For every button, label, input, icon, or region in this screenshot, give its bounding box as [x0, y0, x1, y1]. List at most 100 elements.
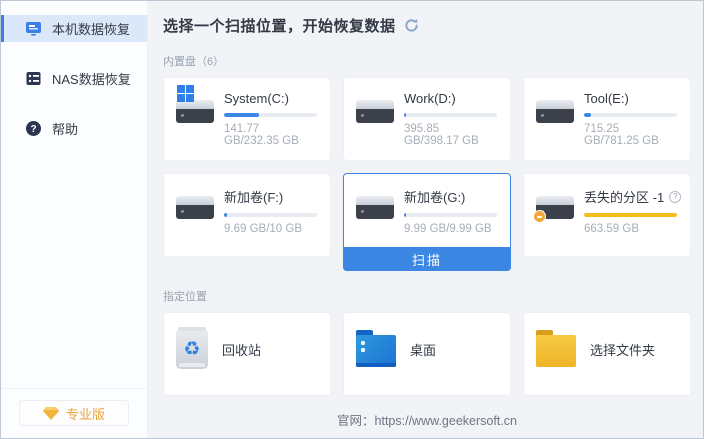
- capacity-bar-fill: [224, 213, 227, 217]
- hard-drive-icon: [536, 100, 574, 123]
- capacity-bar-fill: [584, 213, 677, 217]
- drive-name-row: 新加卷(F:): [224, 187, 317, 206]
- location-card[interactable]: 选择文件夹: [523, 312, 691, 396]
- drive-info: 新加卷(F:) 9.69 GB/10 GB: [224, 187, 317, 235]
- drive-name-row: 丢失的分区 -1?: [584, 187, 677, 206]
- desktop-folder-icon: [356, 335, 396, 367]
- location-card-inner: 选择文件夹: [524, 313, 690, 375]
- drive-name-row: Tool(E:): [584, 91, 677, 106]
- sidebar-item-label: 本机数据恢复: [52, 19, 130, 38]
- page-title: 选择一个扫描位置，开始恢复数据: [163, 15, 396, 36]
- hard-drive-icon: [536, 196, 574, 219]
- drive-card[interactable]: Work(D:) 395.85 GB/398.17 GB: [343, 77, 511, 161]
- drive-size: 395.85 GB/398.17 GB: [404, 123, 497, 147]
- refresh-icon[interactable]: [404, 18, 419, 33]
- hard-drive-icon: [176, 196, 214, 219]
- drive-size: 141.77 GB/232.35 GB: [224, 123, 317, 147]
- capacity-bar: [584, 213, 677, 217]
- scan-button[interactable]: 扫描: [343, 247, 511, 271]
- drive-card-inner: Work(D:) 395.85 GB/398.17 GB: [344, 78, 510, 147]
- capacity-bar: [404, 213, 497, 217]
- sidebar-item-local-recovery[interactable]: 本机数据恢复: [1, 15, 147, 42]
- location-label: 选择文件夹: [590, 340, 655, 359]
- drive-card-inner: Tool(E:) 715.25 GB/781.25 GB: [524, 78, 690, 147]
- recycle-bin-icon: ♻: [176, 329, 208, 369]
- warning-badge-icon: [533, 210, 546, 223]
- drive-card-inner: 新加卷(G:) 9.99 GB/9.99 GB: [344, 174, 510, 235]
- capacity-bar: [224, 213, 317, 217]
- capacity-bar: [404, 113, 497, 117]
- sidebar: 本机数据恢复 NAS数据恢复? 帮助 专业版: [1, 1, 148, 438]
- drive-card[interactable]: 新加卷(F:) 9.69 GB/10 GB: [163, 173, 331, 257]
- sidebar-nav: 本机数据恢复 NAS数据恢复? 帮助: [1, 15, 147, 165]
- drive-card-inner: 新加卷(F:) 9.69 GB/10 GB: [164, 174, 330, 235]
- drive-name: 新加卷(G:): [404, 187, 465, 206]
- sidebar-item-label: 帮助: [52, 119, 78, 138]
- drive-icon-wrap: [356, 91, 404, 147]
- drive-icon-wrap: [536, 187, 584, 235]
- drive-info: Work(D:) 395.85 GB/398.17 GB: [404, 91, 497, 147]
- location-label: 回收站: [222, 340, 261, 359]
- drive-card-inner: System(C:) 141.77 GB/232.35 GB: [164, 78, 330, 147]
- drive-info: System(C:) 141.77 GB/232.35 GB: [224, 91, 317, 147]
- drive-size: 715.25 GB/781.25 GB: [584, 123, 677, 147]
- gem-icon: [43, 407, 59, 420]
- capacity-bar-fill: [224, 113, 259, 117]
- drive-icon-wrap: [536, 91, 584, 147]
- drive-name: Work(D:): [404, 91, 456, 106]
- drive-name: System(C:): [224, 91, 289, 106]
- locations-section-label: 指定位置: [163, 288, 691, 304]
- pro-version-button[interactable]: 专业版: [19, 400, 129, 426]
- capacity-bar-fill: [404, 113, 406, 117]
- sidebar-item-help[interactable]: ? 帮助: [1, 115, 147, 142]
- pro-version-label: 专业版: [66, 404, 105, 423]
- drive-card[interactable]: System(C:) 141.77 GB/232.35 GB: [163, 77, 331, 161]
- drive-size: 9.99 GB/9.99 GB: [404, 223, 497, 235]
- nas-recovery-icon: [25, 70, 42, 87]
- capacity-bar-fill: [404, 213, 406, 217]
- drive-card[interactable]: Tool(E:) 715.25 GB/781.25 GB: [523, 77, 691, 161]
- drive-name: 新加卷(F:): [224, 187, 283, 206]
- drive-name: Tool(E:): [584, 91, 629, 106]
- choose-folder-icon: [536, 335, 576, 367]
- sidebar-item-nas-recovery[interactable]: NAS数据恢复: [1, 65, 147, 92]
- hard-drive-icon: [176, 100, 214, 123]
- sidebar-footer: 专业版: [1, 388, 147, 438]
- drive-name-row: 新加卷(G:): [404, 187, 497, 206]
- location-card[interactable]: ♻ 回收站: [163, 312, 331, 396]
- drives-grid: System(C:) 141.77 GB/232.35 GB Work(D:) 395…: [163, 77, 691, 271]
- drive-name-row: System(C:): [224, 91, 317, 106]
- drive-info: 新加卷(G:) 9.99 GB/9.99 GB: [404, 187, 497, 235]
- app-window: 本机数据恢复 NAS数据恢复? 帮助 专业版 选择一个扫描位置，开始恢复数据 内置盘…: [0, 0, 704, 439]
- drive-card[interactable]: 新加卷(G:) 9.99 GB/9.99 GB 扫描: [343, 173, 511, 271]
- help-icon: ?: [25, 120, 42, 137]
- drive-icon-wrap: [356, 187, 404, 235]
- title-row: 选择一个扫描位置，开始恢复数据: [163, 15, 691, 36]
- pc-recovery-icon: [25, 20, 42, 37]
- capacity-bar-fill: [584, 113, 591, 117]
- drive-icon-wrap: [176, 91, 224, 147]
- sidebar-item-label: NAS数据恢复: [52, 69, 131, 88]
- drive-icon-wrap: [176, 187, 224, 235]
- drive-name-row: Work(D:): [404, 91, 497, 106]
- drive-name: 丢失的分区 -1: [584, 187, 664, 206]
- drives-section-label: 内置盘（6）: [163, 53, 691, 69]
- drive-size: 9.69 GB/10 GB: [224, 223, 317, 235]
- location-card[interactable]: 桌面: [343, 312, 511, 396]
- drive-size: 663.59 GB: [584, 223, 677, 235]
- windows-logo-icon: [177, 85, 194, 102]
- locations-grid: ♻ 回收站 桌面 选择文件夹: [163, 312, 691, 396]
- hard-drive-icon: [356, 100, 394, 123]
- drive-info: 丢失的分区 -1? 663.59 GB: [584, 187, 677, 235]
- hard-drive-icon: [356, 196, 394, 219]
- capacity-bar: [224, 113, 317, 117]
- capacity-bar: [584, 113, 677, 117]
- svg-text:?: ?: [30, 124, 36, 135]
- question-circle-icon[interactable]: ?: [669, 191, 681, 203]
- main-panel: 选择一个扫描位置，开始恢复数据 内置盘（6） System(C:) 141.77 …: [148, 1, 704, 438]
- drive-card-inner: 丢失的分区 -1? 663.59 GB: [524, 174, 690, 235]
- website-footer: 官网：https://www.geekersoft.cn: [163, 410, 691, 438]
- drive-info: Tool(E:) 715.25 GB/781.25 GB: [584, 91, 677, 147]
- drive-card[interactable]: 丢失的分区 -1? 663.59 GB: [523, 173, 691, 257]
- location-card-inner: ♻ 回收站: [164, 313, 330, 375]
